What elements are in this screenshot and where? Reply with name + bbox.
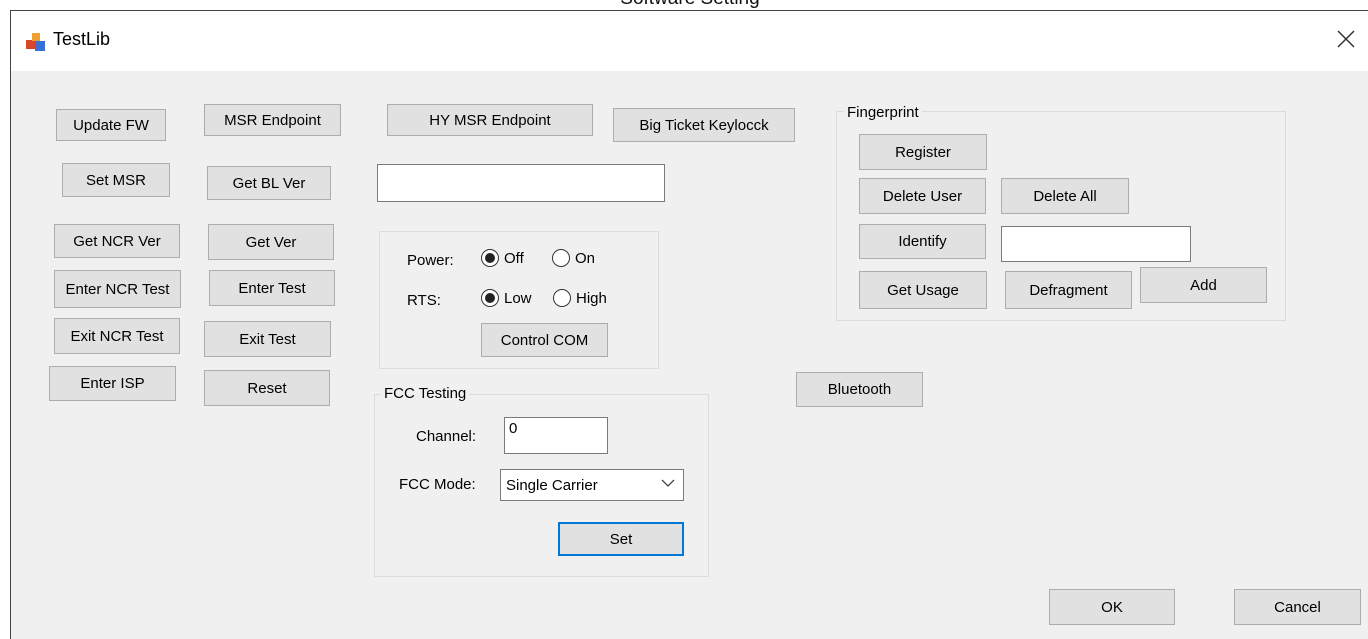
chevron-down-icon	[661, 479, 675, 487]
title-bar: TestLib	[11, 11, 1368, 71]
power-on-radio[interactable]: On	[552, 249, 595, 267]
rts-label: RTS:	[407, 292, 441, 309]
msr-endpoint-button[interactable]: MSR Endpoint	[204, 104, 341, 136]
get-bl-ver-button[interactable]: Get BL Ver	[207, 166, 331, 200]
exit-ncr-test-button[interactable]: Exit NCR Test	[54, 318, 180, 354]
rts-low-label: Low	[504, 289, 532, 307]
rts-low-radio[interactable]: Low	[481, 289, 532, 307]
delete-user-button[interactable]: Delete User	[859, 178, 986, 214]
fcc-mode-label: FCC Mode:	[399, 476, 476, 493]
radio-unchecked-icon	[553, 289, 571, 307]
power-off-radio[interactable]: Off	[481, 249, 524, 267]
fcc-mode-select[interactable]: Single Carrier	[500, 469, 684, 501]
fingerprint-legend: Fingerprint	[844, 104, 922, 121]
bluetooth-button[interactable]: Bluetooth	[796, 372, 923, 407]
window-title: TestLib	[53, 29, 111, 49]
register-button[interactable]: Register	[859, 134, 987, 170]
enter-ncr-test-button[interactable]: Enter NCR Test	[54, 270, 181, 308]
app-icon	[26, 33, 45, 51]
background-window-title: Software Setting	[560, 0, 820, 10]
radio-checked-icon	[481, 249, 499, 267]
exit-test-button[interactable]: Exit Test	[204, 321, 331, 357]
channel-label: Channel:	[416, 428, 477, 445]
testlib-dialog: TestLib Update FW MSR Endpoint HY MSR En…	[10, 10, 1368, 639]
add-button[interactable]: Add	[1140, 267, 1267, 303]
hy-msr-endpoint-button[interactable]: HY MSR Endpoint	[387, 104, 593, 136]
identify-button[interactable]: Identify	[859, 224, 986, 259]
fcc-set-button[interactable]: Set	[558, 522, 684, 556]
enter-isp-button[interactable]: Enter ISP	[49, 366, 176, 401]
fcc-mode-value: Single Carrier	[506, 476, 598, 494]
close-icon[interactable]	[1332, 25, 1360, 53]
get-ver-button[interactable]: Get Ver	[208, 224, 334, 260]
identify-input[interactable]	[1001, 226, 1191, 262]
radio-unchecked-icon	[552, 249, 570, 267]
radio-checked-icon	[481, 289, 499, 307]
delete-all-button[interactable]: Delete All	[1001, 178, 1129, 214]
fcc-testing-legend: FCC Testing	[381, 385, 470, 402]
big-ticket-keylock-button[interactable]: Big Ticket Keylocck	[613, 108, 795, 142]
set-msr-button[interactable]: Set MSR	[62, 163, 170, 197]
rts-high-label: High	[576, 289, 607, 307]
get-usage-button[interactable]: Get Usage	[859, 271, 987, 309]
power-label: Power:	[407, 252, 454, 269]
enter-test-button[interactable]: Enter Test	[209, 270, 335, 306]
channel-input[interactable]: 0	[504, 417, 608, 454]
power-off-label: Off	[504, 249, 524, 267]
update-fw-button[interactable]: Update FW	[56, 109, 166, 141]
ok-button[interactable]: OK	[1049, 589, 1175, 625]
rts-high-radio[interactable]: High	[553, 289, 607, 307]
defragment-button[interactable]: Defragment	[1005, 271, 1132, 309]
control-com-button[interactable]: Control COM	[481, 323, 608, 357]
reset-button[interactable]: Reset	[204, 370, 330, 406]
version-output-field[interactable]	[377, 164, 665, 202]
get-ncr-ver-button[interactable]: Get NCR Ver	[54, 224, 180, 258]
power-on-label: On	[575, 249, 596, 267]
cancel-button[interactable]: Cancel	[1234, 589, 1361, 625]
